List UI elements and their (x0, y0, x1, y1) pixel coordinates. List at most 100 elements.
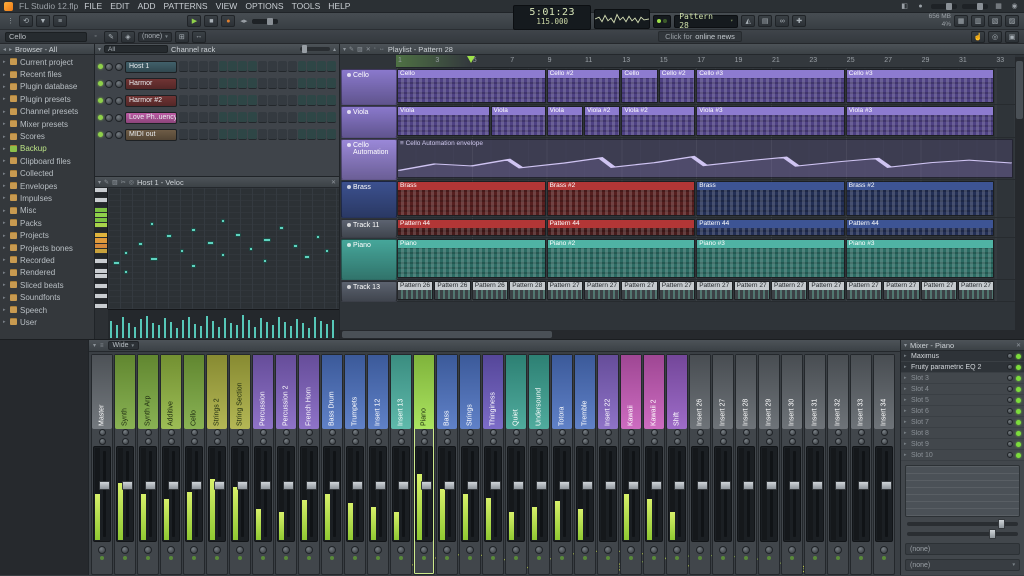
step-cell[interactable] (198, 129, 208, 140)
pattern-clip[interactable]: Cello #2 (546, 69, 621, 103)
fx-send-slider-2[interactable] (907, 529, 1018, 539)
pat-song-toggle[interactable]: ◂▸ (238, 16, 249, 27)
slot-enable-led[interactable] (1016, 452, 1021, 458)
fader-handle[interactable] (536, 480, 547, 490)
track-lane[interactable]: Pattern 44 Pattern 44 Pattern 44 Pattern 44 (397, 218, 1015, 238)
step-cell[interactable] (267, 95, 277, 106)
typing-keyboard-button[interactable]: ▤ (758, 15, 773, 27)
velocity-bar[interactable] (152, 323, 154, 338)
slot-enable-led[interactable] (1016, 430, 1021, 436)
fx-enable-led[interactable] (215, 556, 219, 560)
mixer-strip[interactable]: Kawaii (620, 354, 642, 575)
pattern-clip[interactable]: Cello #2 (658, 69, 696, 103)
mixer-fader-well[interactable] (553, 446, 571, 542)
stereo-knob[interactable] (282, 546, 290, 554)
mixer-fader-well[interactable] (875, 446, 893, 542)
velocity-bar[interactable] (182, 319, 184, 338)
step-cell[interactable] (267, 112, 277, 123)
mixer-strip[interactable]: Insert 12 (367, 354, 389, 575)
browser-item[interactable]: ▸ Plugin database (0, 81, 94, 93)
fader-handle[interactable] (628, 480, 639, 490)
pattern-clip[interactable]: Cello (621, 69, 658, 103)
velocity-bar[interactable] (302, 323, 304, 338)
mixer-strip[interactable]: Quiet (505, 354, 527, 575)
fader-handle[interactable] (490, 480, 501, 490)
fx-enable-led[interactable] (606, 556, 610, 560)
piano-key[interactable] (95, 304, 107, 310)
channel-volume-knob[interactable] (115, 62, 123, 71)
step-cell[interactable] (218, 78, 228, 89)
mixer-strip[interactable]: Thinginess (482, 354, 504, 575)
stereo-knob[interactable] (328, 546, 336, 554)
fx-enable-led[interactable] (445, 556, 449, 560)
fx-enable-led[interactable] (675, 556, 679, 560)
panel-menu-icon[interactable]: ▾ (93, 342, 96, 349)
news-banner[interactable]: Click for online news (658, 31, 742, 42)
stereo-knob[interactable] (627, 546, 635, 554)
record-button[interactable]: ● (221, 15, 236, 27)
channel-volume-knob[interactable] (115, 96, 123, 105)
step-cell[interactable] (327, 112, 336, 123)
stereo-knob[interactable] (121, 546, 129, 554)
slot-mix-knob[interactable] (1007, 353, 1013, 359)
midi-note[interactable] (207, 241, 215, 246)
track-lane[interactable]: Viola Viola Viola Viola #2 Viola #2 Viola #3 V… (397, 105, 1015, 138)
stereo-knob[interactable] (98, 546, 106, 554)
step-cell[interactable] (228, 95, 238, 106)
mixer-fader-well[interactable] (737, 446, 755, 542)
fader-handle[interactable] (375, 480, 386, 490)
fader-track[interactable] (329, 451, 340, 537)
pattern-clip[interactable]: Viola #3 (845, 106, 995, 136)
midi-note[interactable] (221, 253, 226, 258)
track-lane[interactable]: Brass Brass #2 Brass Brass #2 (397, 180, 1015, 218)
fader-track[interactable] (605, 451, 616, 537)
mixer-strip[interactable]: Synth Arp (137, 354, 159, 575)
step-cell[interactable] (228, 78, 238, 89)
track-label[interactable]: Cello (341, 69, 397, 105)
mixer-fader-well[interactable] (369, 446, 387, 542)
pattern-clip[interactable]: Cello #3 (845, 69, 995, 103)
browser-item[interactable]: ▸ Projects (0, 229, 94, 241)
midi-note[interactable] (179, 248, 184, 253)
stereo-knob[interactable] (788, 546, 796, 554)
mixer-strip[interactable]: Bass Drum (321, 354, 343, 575)
pattern-clip[interactable]: Pattern 26 (397, 281, 434, 300)
fx-enable-led[interactable] (123, 556, 127, 560)
fx-send-slider-1[interactable] (907, 519, 1018, 529)
slot-enable-led[interactable] (1016, 419, 1021, 425)
mixer-strip[interactable]: Tremble (574, 354, 596, 575)
step-cell[interactable] (317, 61, 327, 72)
mixer-fader-well[interactable] (185, 446, 203, 542)
slot-enable-led[interactable] (1016, 397, 1021, 403)
step-cell[interactable] (208, 129, 218, 140)
slot-enable-led[interactable] (1016, 386, 1021, 392)
mixer-strip[interactable]: Kawaii 2 (643, 354, 665, 575)
fader-track[interactable] (766, 451, 777, 537)
fader-handle[interactable] (881, 480, 892, 490)
browser-item[interactable]: ▸ Speech (0, 304, 94, 316)
snap-selector[interactable]: (none) ▾ (138, 31, 172, 42)
mixer-fader-well[interactable] (254, 446, 272, 542)
fader-track[interactable] (168, 451, 179, 537)
mixer-strip[interactable]: Strings (459, 354, 481, 575)
panel-menu-icon[interactable]: ▾ (343, 46, 346, 53)
velocity-bar[interactable] (200, 326, 202, 338)
fx-slot[interactable]: ▸ Slot 10 (901, 450, 1024, 461)
step-cell[interactable] (317, 112, 327, 123)
slot-mix-knob[interactable] (1007, 364, 1013, 370)
mixer-fader-well[interactable] (645, 446, 663, 542)
playlist-ruler[interactable]: 1 3 5 7 9 11 13 15 17 19 21 23 25 27 29 31 33 (396, 55, 1015, 68)
velocity-bar[interactable] (290, 325, 292, 338)
pattern-clip[interactable]: Viola #3 (696, 106, 845, 136)
step-cell[interactable] (238, 78, 248, 89)
menu-patterns[interactable]: PATTERNS (164, 1, 208, 11)
slide-button[interactable]: ↔ (191, 30, 206, 43)
stereo-knob[interactable] (834, 546, 842, 554)
menu-edit[interactable]: EDIT (110, 1, 129, 11)
velocity-bar[interactable] (224, 317, 226, 338)
track-lane[interactable]: Cello Cello #2 Cello Cello #2 Cello #3 Cello … (397, 68, 1015, 105)
fader-track[interactable] (881, 451, 892, 537)
step-cell[interactable] (327, 129, 336, 140)
pattern-clip[interactable]: Pattern 27 (584, 281, 621, 300)
mixer-fader-well[interactable] (507, 446, 525, 542)
